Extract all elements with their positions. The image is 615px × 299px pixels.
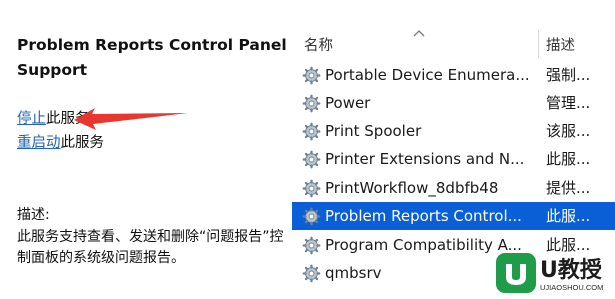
stop-action-text: 此服务 (46, 111, 90, 127)
gear-icon (302, 179, 321, 198)
description-label: 描述: (17, 207, 50, 223)
gear-icon (302, 122, 321, 141)
gear-icon (302, 264, 321, 283)
service-description: 提供... (546, 179, 591, 197)
list-item-selected[interactable]: Problem Reports Control... 此服... (292, 202, 615, 230)
stop-action-line: 停止此服务 (17, 109, 90, 129)
service-description: 此服... (546, 207, 591, 225)
service-name: PrintWorkflow_8dbfb48 (325, 179, 499, 197)
watermark-brand: U教授 (540, 258, 602, 283)
description-text: 此服务支持查看、发送和删除“问题报告”控制面板的系统级问题报告。 (17, 229, 284, 266)
watermark: U教授 UJIAOSHOU.COM (493, 250, 615, 299)
service-description: 管理... (546, 94, 591, 112)
restart-link[interactable]: 重启动 (17, 135, 61, 151)
brand-logo-icon (496, 253, 536, 293)
service-name: Print Spooler (325, 122, 422, 140)
list-item[interactable]: Portable Device Enumera... 强制... (292, 61, 615, 89)
gear-icon (302, 66, 321, 85)
service-details-pane: Problem Reports Control Panel Support 停止… (0, 0, 292, 299)
gear-icon (302, 236, 321, 255)
service-name: Problem Reports Control... (325, 207, 522, 225)
service-title: Problem Reports Control Panel Support (17, 36, 287, 79)
stop-link[interactable]: 停止 (17, 111, 46, 127)
service-name: Portable Device Enumera... (325, 66, 530, 84)
list-header: 名称 描述 (292, 28, 615, 58)
restart-action-text: 此服务 (60, 135, 105, 151)
column-header-description[interactable]: 描述 (546, 34, 575, 55)
column-header-name[interactable]: 名称 (304, 34, 333, 55)
service-name: Power (325, 94, 371, 112)
gear-icon (302, 207, 321, 226)
restart-action-line: 重启动此服务 (17, 133, 104, 153)
sort-ascending-icon (413, 30, 425, 37)
list-item[interactable]: Power 管理... (292, 89, 615, 117)
service-description: 该服... (546, 122, 591, 140)
watermark-url: UJIAOSHOU.COM (540, 283, 604, 292)
gear-icon (302, 94, 321, 113)
service-description: 强制... (546, 66, 591, 84)
list-item[interactable]: Printer Extensions and N... 此服... (292, 145, 615, 173)
list-item[interactable]: PrintWorkflow_8dbfb48 提供... (292, 174, 615, 202)
service-name: Printer Extensions and N... (325, 150, 525, 168)
arrow-shape (74, 108, 188, 130)
column-divider[interactable] (538, 30, 539, 58)
list-item[interactable]: Print Spooler 该服... (292, 117, 615, 145)
gear-icon (302, 150, 321, 169)
service-description: 此服... (546, 150, 591, 168)
